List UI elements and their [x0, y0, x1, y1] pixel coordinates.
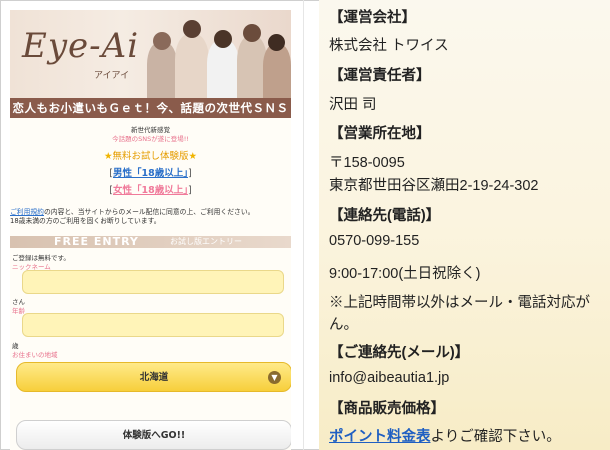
postal-code: 〒158-0095 — [329, 155, 405, 171]
manager-name: 沢田 司 — [329, 97, 377, 113]
free-trial-heading: ★無料お試し体験版★ — [10, 148, 291, 162]
company-heading: 【運営会社】 — [329, 10, 416, 26]
office-heading: 【営業所在地】 — [329, 126, 431, 142]
hero-banner: Eye-Ai アイアイ — [10, 10, 291, 98]
price-heading: 【商品販売価格】 — [329, 401, 445, 417]
hours-note-line2: ん。 — [329, 317, 358, 333]
company-info-panel: 【運営会社】 株式会社 トワイス 【運営責任者】 沢田 司 【営業所在地】 〒1… — [319, 0, 610, 450]
female-entry-link[interactable]: 女性「18歳以上」 — [113, 185, 188, 196]
price-line-text: よりご確認下さい。 — [430, 429, 561, 445]
point-price-link[interactable]: ポイント料金表 — [329, 429, 431, 445]
nickname-input[interactable] — [22, 270, 284, 294]
manager-heading: 【運営責任者】 — [329, 68, 431, 84]
female-link-row: [女性「18歳以上」] — [109, 185, 192, 196]
free-entry-subtitle: お試し版エントリー — [170, 237, 242, 246]
age-restriction-text: 18歳未満の方のご利用を固くお断りしています。 — [10, 217, 161, 225]
tagline-bar: 恋人もお小遣いもＧｅｔ！今、話題の次世代ＳＮＳ — [10, 98, 291, 118]
age-input[interactable] — [22, 313, 284, 337]
hours-note-line1: ※上記時間帯以外はメール・電話対応が — [329, 295, 590, 311]
male-link-row: [男性「18歳以上」] — [109, 168, 192, 179]
hero-people-photo — [141, 10, 291, 98]
free-entry-title: FREE ENTRY — [54, 235, 139, 248]
terms-notice-text: の内容と、当サイトからのメール配信に同意の上、ご利用ください。 — [43, 208, 255, 216]
go-trial-button-label: 体験版へGO!! — [122, 430, 186, 441]
tel-heading: 【連絡先(電話)】 — [329, 208, 441, 224]
office-address: 東京都世田谷区瀬田2-19-24-302 — [329, 178, 539, 194]
mail-heading: 【ご連絡先(メール)】 — [329, 345, 470, 361]
terms-link[interactable]: ご利用規約 — [10, 208, 44, 216]
free-trial-label: 無料お試し体験版 — [112, 151, 189, 162]
region-select-value: 北海道 — [139, 372, 169, 383]
residence-label: お住まいの地域 — [12, 351, 58, 359]
terms-notice: ご利用規約の内容と、当サイトからのメール配信に同意の上、ご利用ください。 18歳… — [10, 208, 291, 226]
site-logo: Eye-Ai — [22, 26, 140, 66]
contact-email: info@aibeautia1.jp — [329, 370, 450, 386]
price-line: ポイント料金表よりご確認下さい。 — [329, 425, 561, 446]
male-entry-link[interactable]: 男性「18歳以上」 — [113, 168, 188, 179]
chevron-down-icon: ▼ — [268, 371, 281, 384]
panel-divider — [303, 0, 304, 450]
landing-page-panel: Eye-Ai アイアイ 恋人もお小遣いもＧｅｔ！今、話題の次世代ＳＮＳ 新世代新… — [10, 10, 291, 450]
region-select[interactable]: 北海道 ▼ — [16, 362, 291, 392]
go-trial-button[interactable]: 体験版へGO!! — [16, 420, 291, 450]
tagline-small-pink: 今話題のSNSが遂に登場!! — [112, 135, 189, 143]
site-logo-kana: アイアイ — [94, 71, 130, 81]
tel-number: 0570-099-155 — [329, 233, 420, 249]
business-hours: 9:00-17:00(土日祝除く) — [329, 266, 481, 282]
company-name: 株式会社 トワイス — [329, 38, 449, 54]
star-icon: ★ — [188, 151, 198, 162]
free-entry-header: FREE ENTRY お試し版エントリー — [10, 236, 291, 248]
